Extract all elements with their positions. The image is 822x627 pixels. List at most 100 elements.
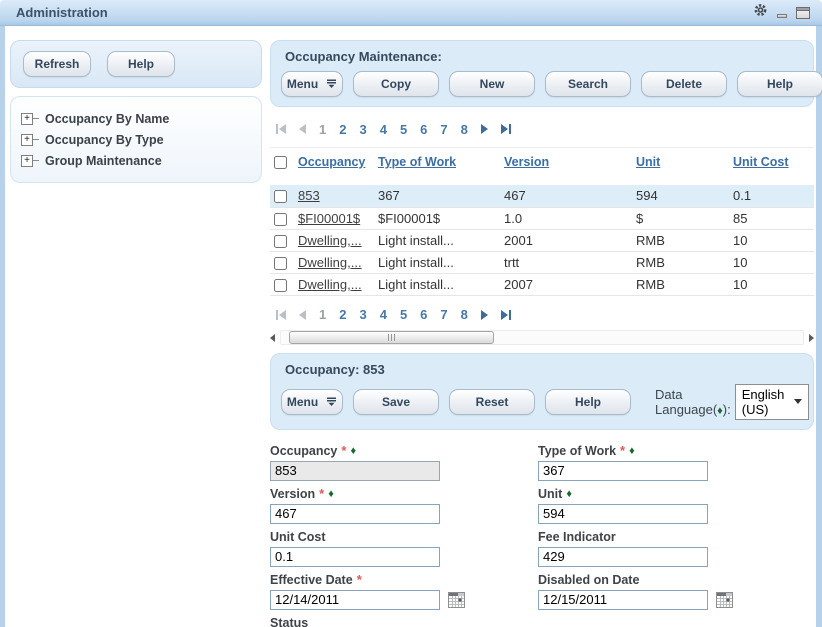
table-row[interactable]: Dwelling,... Light install... 2007 RMB 1… — [270, 273, 814, 295]
type-of-work-input[interactable] — [538, 461, 708, 481]
tree-dash — [33, 118, 39, 119]
table-row[interactable]: Dwelling,... Light install... 2001 RMB 1… — [270, 229, 814, 251]
select-all-checkbox[interactable] — [274, 156, 287, 169]
calendar-icon[interactable] — [448, 592, 465, 608]
page-number-5[interactable]: 5 — [400, 122, 407, 137]
tree-item-label[interactable]: Group Maintenance — [45, 154, 162, 168]
occupancy-input[interactable] — [270, 461, 440, 481]
horizontal-scrollbar[interactable] — [270, 330, 814, 346]
field-unit: Unit ♦ — [538, 482, 814, 524]
tree-item-occupancy-by-name[interactable]: + Occupancy By Name — [21, 110, 251, 127]
pagination-bottom: 1 2 3 4 5 6 7 8 — [276, 306, 814, 324]
results-table: Occupancy Type of Work Version Unit Unit… — [270, 147, 814, 296]
tree-item-label[interactable]: Occupancy By Name — [45, 112, 169, 126]
next-page-icon[interactable] — [481, 124, 488, 134]
field-label: Disabled on Date — [538, 573, 639, 587]
expand-plus-icon[interactable]: + — [21, 134, 33, 146]
page-number-6[interactable]: 6 — [420, 307, 427, 322]
column-header-occupancy[interactable]: Occupancy — [294, 148, 374, 186]
unit-input[interactable] — [538, 504, 708, 524]
field-fee-indicator: Fee Indicator — [538, 525, 814, 567]
prev-page-icon[interactable] — [299, 124, 306, 134]
refresh-button[interactable]: Refresh — [23, 51, 91, 77]
new-button[interactable]: New — [449, 71, 535, 97]
tree-item-occupancy-by-type[interactable]: + Occupancy By Type — [21, 131, 251, 148]
tree-item-label[interactable]: Occupancy By Type — [45, 133, 164, 147]
occupancy-link[interactable]: Dwelling,... — [298, 233, 362, 248]
main-content: Occupancy Maintenance: Menu Copy New Sea… — [270, 40, 814, 627]
delete-button[interactable]: Delete — [641, 71, 727, 97]
minimize-icon[interactable] — [777, 14, 787, 18]
required-asterisk: * — [319, 486, 324, 501]
column-header-unit-cost[interactable]: Unit Cost — [729, 148, 814, 186]
column-header-version[interactable]: Version — [500, 148, 632, 186]
occupancy-link[interactable]: Dwelling,... — [298, 277, 362, 292]
save-button[interactable]: Save — [353, 389, 439, 415]
navigation-tree: + Occupancy By Name + Occupancy By Type … — [10, 96, 262, 183]
last-page-icon[interactable] — [501, 310, 511, 320]
window-title: Administration — [16, 5, 753, 20]
expand-plus-icon[interactable]: + — [21, 155, 33, 167]
menu-button[interactable]: Menu — [281, 71, 343, 97]
table-row[interactable]: Dwelling,... Light install... trtt RMB 1… — [270, 251, 814, 273]
effective-date-input[interactable] — [270, 590, 440, 610]
table-row[interactable]: $FI00001$ $FI00001$ 1.0 $ 85 — [270, 207, 814, 229]
occupancy-link[interactable]: 853 — [298, 188, 320, 203]
page-number-3[interactable]: 3 — [359, 122, 366, 137]
occupancy-detail-panel: Occupancy: 853 Menu Save Reset Help Data… — [270, 353, 814, 430]
scroll-left-icon[interactable] — [270, 329, 275, 347]
page-number-3[interactable]: 3 — [359, 307, 366, 322]
page-number-4[interactable]: 4 — [380, 307, 387, 322]
page-number-2[interactable]: 2 — [339, 122, 346, 137]
calendar-icon[interactable] — [716, 592, 733, 608]
help-button-detail[interactable]: Help — [545, 389, 631, 415]
data-language-select[interactable]: English (US) — [735, 384, 810, 420]
table-row[interactable]: 853 367 467 594 0.1 — [270, 185, 814, 207]
expand-plus-icon[interactable]: + — [21, 113, 33, 125]
gear-icon[interactable] — [753, 3, 768, 22]
column-header-unit[interactable]: Unit — [632, 148, 729, 186]
required-asterisk: * — [620, 443, 625, 458]
occupancy-link[interactable]: Dwelling,... — [298, 255, 362, 270]
occupancy-link[interactable]: $FI00001$ — [298, 211, 360, 226]
sidebar-button-panel: Refresh Help — [10, 40, 262, 88]
row-checkbox[interactable] — [274, 279, 287, 292]
help-button-sidebar[interactable]: Help — [107, 51, 175, 77]
page-number-5[interactable]: 5 — [400, 307, 407, 322]
version-input[interactable] — [270, 504, 440, 524]
help-button-list[interactable]: Help — [737, 71, 822, 97]
page-number-7[interactable]: 7 — [440, 122, 447, 137]
search-button[interactable]: Search — [545, 71, 631, 97]
next-page-icon[interactable] — [481, 310, 488, 320]
disabled-on-date-input[interactable] — [538, 590, 708, 610]
first-page-icon[interactable] — [276, 124, 286, 134]
field-label: Unit Cost — [270, 530, 326, 544]
page-number-4[interactable]: 4 — [380, 122, 387, 137]
maximize-icon[interactable] — [796, 7, 810, 19]
row-checkbox[interactable] — [274, 190, 287, 203]
scrollbar-track[interactable] — [280, 330, 804, 345]
field-effective-date: Effective Date * — [270, 568, 538, 610]
menu-button-detail[interactable]: Menu — [281, 389, 343, 415]
page-number-2[interactable]: 2 — [339, 307, 346, 322]
prev-page-icon[interactable] — [299, 310, 306, 320]
row-checkbox[interactable] — [274, 257, 287, 270]
row-checkbox[interactable] — [274, 235, 287, 248]
field-occupancy: Occupancy * ♦ — [270, 439, 538, 481]
row-checkbox[interactable] — [274, 213, 287, 226]
page-number-7[interactable]: 7 — [440, 307, 447, 322]
reset-button[interactable]: Reset — [449, 389, 535, 415]
fee-indicator-input[interactable] — [538, 547, 708, 567]
last-page-icon[interactable] — [501, 124, 511, 134]
page-number-6[interactable]: 6 — [420, 122, 427, 137]
scroll-right-icon[interactable] — [809, 329, 814, 347]
page-number-8[interactable]: 8 — [461, 122, 468, 137]
field-version: Version * ♦ — [270, 482, 538, 524]
column-header-type-of-work[interactable]: Type of Work — [374, 148, 500, 186]
scrollbar-thumb[interactable] — [289, 331, 494, 344]
tree-item-group-maintenance[interactable]: + Group Maintenance — [21, 152, 251, 169]
copy-button[interactable]: Copy — [353, 71, 439, 97]
first-page-icon[interactable] — [276, 310, 286, 320]
page-number-8[interactable]: 8 — [461, 307, 468, 322]
unit-cost-input[interactable] — [270, 547, 440, 567]
